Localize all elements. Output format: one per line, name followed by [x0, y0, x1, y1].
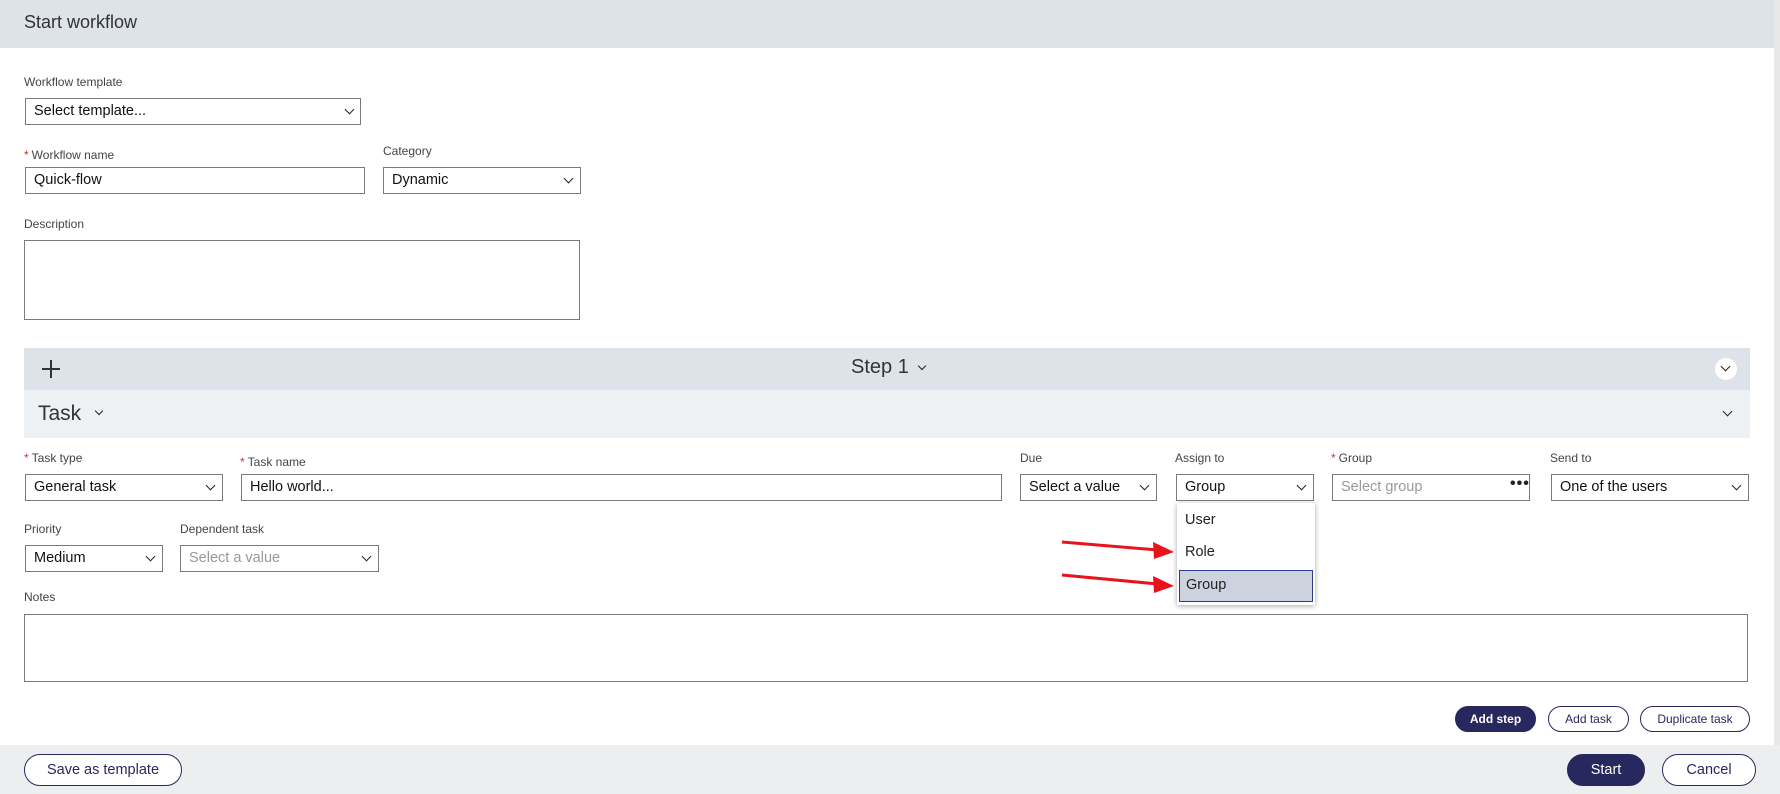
- dialog-title: Start workflow: [24, 12, 138, 32]
- dependent-task-select[interactable]: Select a value: [180, 545, 379, 572]
- assign-option-user[interactable]: User: [1177, 505, 1315, 537]
- workflow-template-value: Select template...: [34, 103, 147, 119]
- dialog-footer: Save as template Start Cancel: [0, 745, 1780, 794]
- more-dots-icon[interactable]: •••: [1510, 476, 1529, 492]
- assign-to-dropdown: User Role Group: [1177, 503, 1315, 605]
- priority-label: Priority: [24, 522, 62, 536]
- notes-label: Notes: [24, 590, 56, 604]
- workflow-template-label: Workflow template: [24, 75, 123, 89]
- chevron-down-icon: [563, 173, 574, 184]
- add-step-plus-icon[interactable]: [42, 360, 60, 378]
- notes-textarea[interactable]: [24, 614, 1748, 682]
- task-type-label: * Task type: [24, 451, 83, 465]
- dependent-task-placeholder: Select a value: [189, 550, 281, 566]
- task-header: Task: [24, 390, 1750, 438]
- assign-to-label: Assign to: [1175, 451, 1225, 465]
- workflow-name-value: Quick-flow: [34, 172, 102, 188]
- due-value: Select a value: [1029, 479, 1121, 495]
- chevron-down-icon[interactable]: [94, 406, 104, 416]
- description-textarea[interactable]: [24, 240, 580, 320]
- category-value: Dynamic: [392, 172, 449, 188]
- add-step-button[interactable]: Add step: [1455, 706, 1536, 732]
- dependent-task-label: Dependent task: [180, 522, 265, 536]
- chevron-down-icon: [344, 104, 355, 115]
- chevron-down-icon: [145, 551, 156, 562]
- collapse-step-button[interactable]: [1715, 358, 1737, 380]
- send-to-label: Send to: [1550, 451, 1592, 465]
- assign-option-group[interactable]: Group: [1179, 570, 1313, 602]
- group-picker[interactable]: Select group •••: [1332, 474, 1530, 501]
- duplicate-task-button[interactable]: Duplicate task: [1640, 706, 1750, 732]
- send-to-value: One of the users: [1560, 479, 1668, 495]
- step-header: Step 1: [24, 348, 1750, 390]
- chevron-down-icon: [1296, 480, 1307, 491]
- chevron-down-icon: [361, 551, 372, 562]
- task-title[interactable]: Task: [38, 402, 81, 426]
- collapse-task-chevron-icon[interactable]: [1722, 406, 1733, 417]
- priority-select[interactable]: Medium: [25, 545, 163, 572]
- workflow-template-select[interactable]: Select template...: [25, 98, 361, 125]
- chevron-down-icon[interactable]: [917, 361, 927, 371]
- task-name-label: * Task name: [240, 455, 306, 469]
- dialog-header: Start workflow: [0, 0, 1780, 48]
- start-button[interactable]: Start: [1567, 754, 1645, 786]
- annotation-arrow-icon: [1061, 540, 1174, 559]
- chevron-down-icon: [1720, 361, 1731, 372]
- task-type-select[interactable]: General task: [25, 474, 223, 501]
- group-label: * Group: [1331, 451, 1373, 465]
- priority-value: Medium: [34, 550, 86, 566]
- task-name-value: Hello world...: [250, 479, 334, 495]
- add-task-button[interactable]: Add task: [1548, 706, 1629, 732]
- assign-option-role[interactable]: Role: [1177, 537, 1315, 569]
- vertical-scrollbar[interactable]: [1774, 0, 1780, 745]
- workflow-name-label: * Workflow name: [24, 148, 115, 162]
- category-label: Category: [383, 144, 432, 158]
- description-label: Description: [24, 217, 85, 231]
- group-placeholder: Select group: [1341, 479, 1423, 495]
- workflow-name-input[interactable]: Quick-flow: [25, 167, 365, 194]
- due-select[interactable]: Select a value: [1020, 474, 1157, 501]
- due-label: Due: [1020, 451, 1043, 465]
- chevron-down-icon: [205, 480, 216, 491]
- assign-to-value: Group: [1185, 479, 1226, 495]
- chevron-down-icon: [1731, 480, 1742, 491]
- cancel-button[interactable]: Cancel: [1662, 754, 1756, 786]
- task-name-input[interactable]: Hello world...: [241, 474, 1002, 501]
- assign-to-select[interactable]: Group: [1176, 474, 1314, 501]
- step-title[interactable]: Step 1: [851, 356, 909, 379]
- save-as-template-button[interactable]: Save as template: [24, 754, 182, 786]
- send-to-select[interactable]: One of the users: [1551, 474, 1749, 501]
- annotation-arrow-icon: [1061, 573, 1174, 593]
- category-select[interactable]: Dynamic: [383, 167, 581, 194]
- chevron-down-icon: [1139, 480, 1150, 491]
- annotation-arrows: [1061, 540, 1174, 593]
- task-type-value: General task: [34, 479, 117, 495]
